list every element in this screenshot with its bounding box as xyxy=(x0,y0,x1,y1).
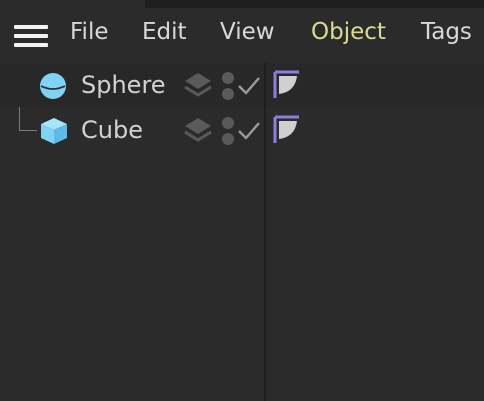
menu-edit[interactable]: Edit xyxy=(142,19,187,45)
object-row-sphere[interactable]: Sphere xyxy=(0,63,264,107)
menu-tags[interactable]: Tags xyxy=(421,19,472,45)
tag-area-sphere xyxy=(264,63,484,107)
object-label-cube[interactable]: Cube xyxy=(81,116,143,144)
object-manager-panel: File Edit View Object Tags Sphere Cube xyxy=(0,0,484,401)
menu-file[interactable]: File xyxy=(70,19,109,45)
menu-view[interactable]: View xyxy=(220,19,275,45)
menu-object[interactable]: Object xyxy=(311,19,386,45)
phong-tag-icon[interactable] xyxy=(273,115,303,145)
check-icon[interactable] xyxy=(237,75,261,97)
menu-bar: File Edit View Object Tags xyxy=(0,8,484,63)
check-icon[interactable] xyxy=(237,120,261,142)
layer-icon[interactable] xyxy=(183,116,213,144)
phong-tag-icon[interactable] xyxy=(273,70,303,100)
visibility-dots-icon[interactable] xyxy=(221,115,235,147)
visibility-dots-icon[interactable] xyxy=(221,70,235,102)
column-divider[interactable] xyxy=(264,63,266,401)
tag-area-cube xyxy=(264,108,484,152)
object-list: Sphere Cube xyxy=(0,63,484,401)
top-strip xyxy=(0,0,484,8)
hamburger-menu-icon[interactable] xyxy=(14,23,48,49)
top-strip-dark xyxy=(145,0,484,8)
layer-icon[interactable] xyxy=(183,71,213,99)
object-row-cube[interactable]: Cube xyxy=(0,108,264,152)
object-label-sphere[interactable]: Sphere xyxy=(81,71,166,99)
cube-icon xyxy=(41,118,67,144)
sphere-icon xyxy=(40,73,66,99)
